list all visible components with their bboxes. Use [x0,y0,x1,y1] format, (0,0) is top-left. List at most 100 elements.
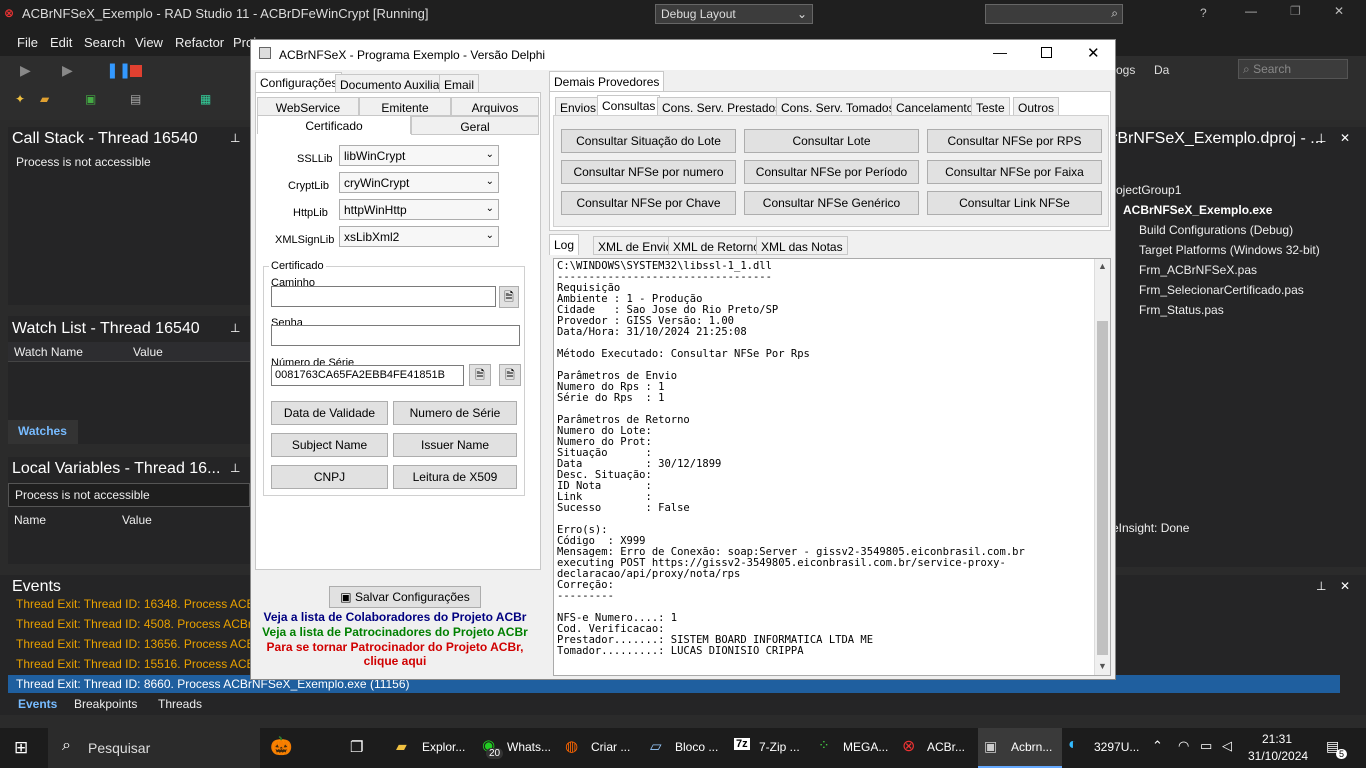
tab-certificado[interactable]: Certificado [257,115,411,134]
tab-cons-serv-prestados[interactable]: Cons. Serv. Prestados [657,97,787,116]
tree-item[interactable]: rojectGroup1 [1112,183,1181,197]
pin-icon[interactable]: ⊥ [230,131,240,145]
tab-demais-provedores[interactable]: Demais Provedores [549,71,665,91]
add-file-icon[interactable]: ▦ [200,92,211,106]
taskbar-notepad[interactable]: Bloco ... [675,740,718,754]
consultar-nfse-periodo-button[interactable]: Consultar NFSe por Período [744,160,919,184]
menu-search[interactable]: Search [84,35,125,50]
layout-selector[interactable]: Debug Layout ⌄ [655,4,813,24]
open-folder-icon[interactable]: ▰ [40,92,49,106]
tab-da[interactable]: Da [1154,63,1169,77]
tree-item[interactable]: Build Configurations (Debug) [1139,223,1293,237]
consultar-nfse-rps-button[interactable]: Consultar NFSe por RPS [927,129,1102,153]
tree-item[interactable]: Frm_Status.pas [1139,303,1224,317]
consultar-link-nfse-button[interactable]: Consultar Link NFSe [927,191,1102,215]
chevron-down-icon[interactable]: ▼ [1098,661,1107,671]
help-icon[interactable]: ? [1200,6,1207,20]
tab-documento-auxiliar[interactable]: Documento Auxiliar [335,74,449,93]
taskbar-edge[interactable]: 3297U... [1094,740,1139,754]
tab-log[interactable]: Log [549,234,580,255]
pause-icon[interactable]: ❚❚ [106,61,131,79]
consultar-nfse-numero-button[interactable]: Consultar NFSe por numero [561,160,736,184]
ide-search-input[interactable]: ⌕ [985,4,1123,24]
save-all-icon[interactable]: ▤ [130,92,141,106]
log-memo[interactable]: C:\WINDOWS\SYSTEM32\libssl-1_1.dll -----… [553,258,1111,676]
log-scrollbar[interactable]: ▲ ▼ [1094,259,1110,675]
taskbar-acbr[interactable]: ACBr... [927,740,965,754]
clock-time[interactable]: 21:31 [1262,732,1292,746]
tab-configuracoes[interactable]: Configurações [255,72,343,92]
caminho-input[interactable] [271,286,496,307]
scrollbar-thumb[interactable] [1097,321,1108,655]
tab-xml-envio[interactable]: XML de Envio [593,236,678,255]
pin-icon[interactable]: ⊥ [1316,579,1326,593]
run-without-debug-icon[interactable]: ▶ [62,62,73,79]
leitura-x509-button[interactable]: Leitura de X509 [393,465,517,489]
tab-emitente[interactable]: Emitente [359,97,451,116]
issuer-name-button[interactable]: Issuer Name [393,433,517,457]
taskbar-mega[interactable]: MEGA... [843,740,888,754]
menu-edit[interactable]: Edit [50,35,72,50]
tree-item[interactable]: ACBrNFSeX_Exemplo.exe [1123,203,1272,217]
numero-serie-input[interactable]: 0081763CA65FA2EBB4FE41851B [271,365,464,386]
tab-threads[interactable]: Threads [158,697,202,711]
volume-mute-icon[interactable]: ◁ [1222,738,1232,754]
windows-start-icon[interactable]: ⊞ [14,738,28,758]
menu-refactor[interactable]: Refactor [175,35,224,50]
tab-logs[interactable]: ogs [1116,63,1135,77]
consultar-nfse-chave-button[interactable]: Consultar NFSe por Chave [561,191,736,215]
battery-icon[interactable]: ▭ [1200,738,1212,754]
patrocinadores-link[interactable]: Veja a lista de Patrocinadores do Projet… [255,625,535,639]
tab-arquivos[interactable]: Arquivos [451,97,539,116]
pin-icon[interactable]: ⊥ [1316,131,1326,145]
maximize-icon[interactable] [1041,47,1052,58]
select-cert-button-2[interactable]: 🗎 [499,364,521,386]
colaboradores-link[interactable]: Veja a lista de Colaboradores do Projeto… [255,610,535,624]
close-icon[interactable]: ✕ [1340,579,1350,593]
pin-icon[interactable]: ⊥ [230,461,240,475]
taskbar-explorer[interactable]: Explor... [422,740,465,754]
tree-item[interactable]: Frm_ACBrNFSeX.pas [1139,263,1257,277]
salvar-configuracoes-button[interactable]: ▣ Salvar Configurações [329,586,481,608]
tornar-patrocinador-link[interactable]: Para se tornar Patrocinador do Projeto A… [255,640,535,668]
select-cert-button[interactable]: 🗎 [469,364,491,386]
close-icon[interactable]: ✕ [1340,131,1350,145]
ssllib-select[interactable]: libWinCrypt ⌄ [339,145,499,166]
minimize-icon[interactable]: — [993,44,1007,60]
task-view-icon[interactable]: ❐ [350,738,363,756]
data-validade-button[interactable]: Data de Validade [271,401,388,425]
wifi-icon[interactable]: ◠ [1178,738,1189,754]
restore-icon[interactable]: ❐ [1290,4,1301,18]
consultar-nfse-faixa-button[interactable]: Consultar NFSe por Faixa [927,160,1102,184]
consultar-lote-button[interactable]: Consultar Lote [744,129,919,153]
consultar-situacao-lote-button[interactable]: Consultar Situação do Lote [561,129,736,153]
pumpkin-widget-icon[interactable]: 🎃 [270,736,292,757]
numero-serie-button[interactable]: Numero de Série [393,401,517,425]
tab-cancelamento[interactable]: Cancelamento [891,97,979,116]
taskbar-7zip[interactable]: 7-Zip ... [759,740,800,754]
tab-consultas[interactable]: Consultas [597,95,661,116]
subject-name-button[interactable]: Subject Name [271,433,388,457]
browse-file-button[interactable]: 🗎 [499,286,519,308]
new-icon[interactable]: ✦ [15,92,25,106]
taskbar-search[interactable]: ⌕ Pesquisar [48,728,260,768]
close-icon[interactable]: ✕ [1334,4,1344,18]
close-icon[interactable]: ✕ [1087,44,1100,62]
tree-item[interactable]: Frm_SelecionarCertificado.pas [1139,283,1304,297]
menu-file[interactable]: File [17,35,38,50]
tab-outros[interactable]: Outros [1013,97,1060,116]
tree-item[interactable]: Target Platforms (Windows 32-bit) [1139,243,1320,257]
xmlsignlib-select[interactable]: xsLibXml2 ⌄ [339,226,499,247]
chevron-up-icon[interactable]: ▲ [1098,261,1107,271]
taskbar-whatsapp[interactable]: Whats... [507,740,551,754]
taskbar-firefox[interactable]: Criar ... [591,740,630,754]
tab-xml-notas[interactable]: XML das Notas [756,236,848,255]
senha-input[interactable] [271,325,520,346]
taskbar-acbrn-active[interactable]: ▣ Acbrn... [978,728,1062,768]
tab-events[interactable]: Events [18,697,57,711]
tab-xml-retorno[interactable]: XML de Retorno [668,236,765,255]
menu-view[interactable]: View [135,35,163,50]
stop-icon[interactable] [130,65,142,77]
tab-email[interactable]: Email [439,74,480,93]
httplib-select[interactable]: httpWinHttp ⌄ [339,199,499,220]
